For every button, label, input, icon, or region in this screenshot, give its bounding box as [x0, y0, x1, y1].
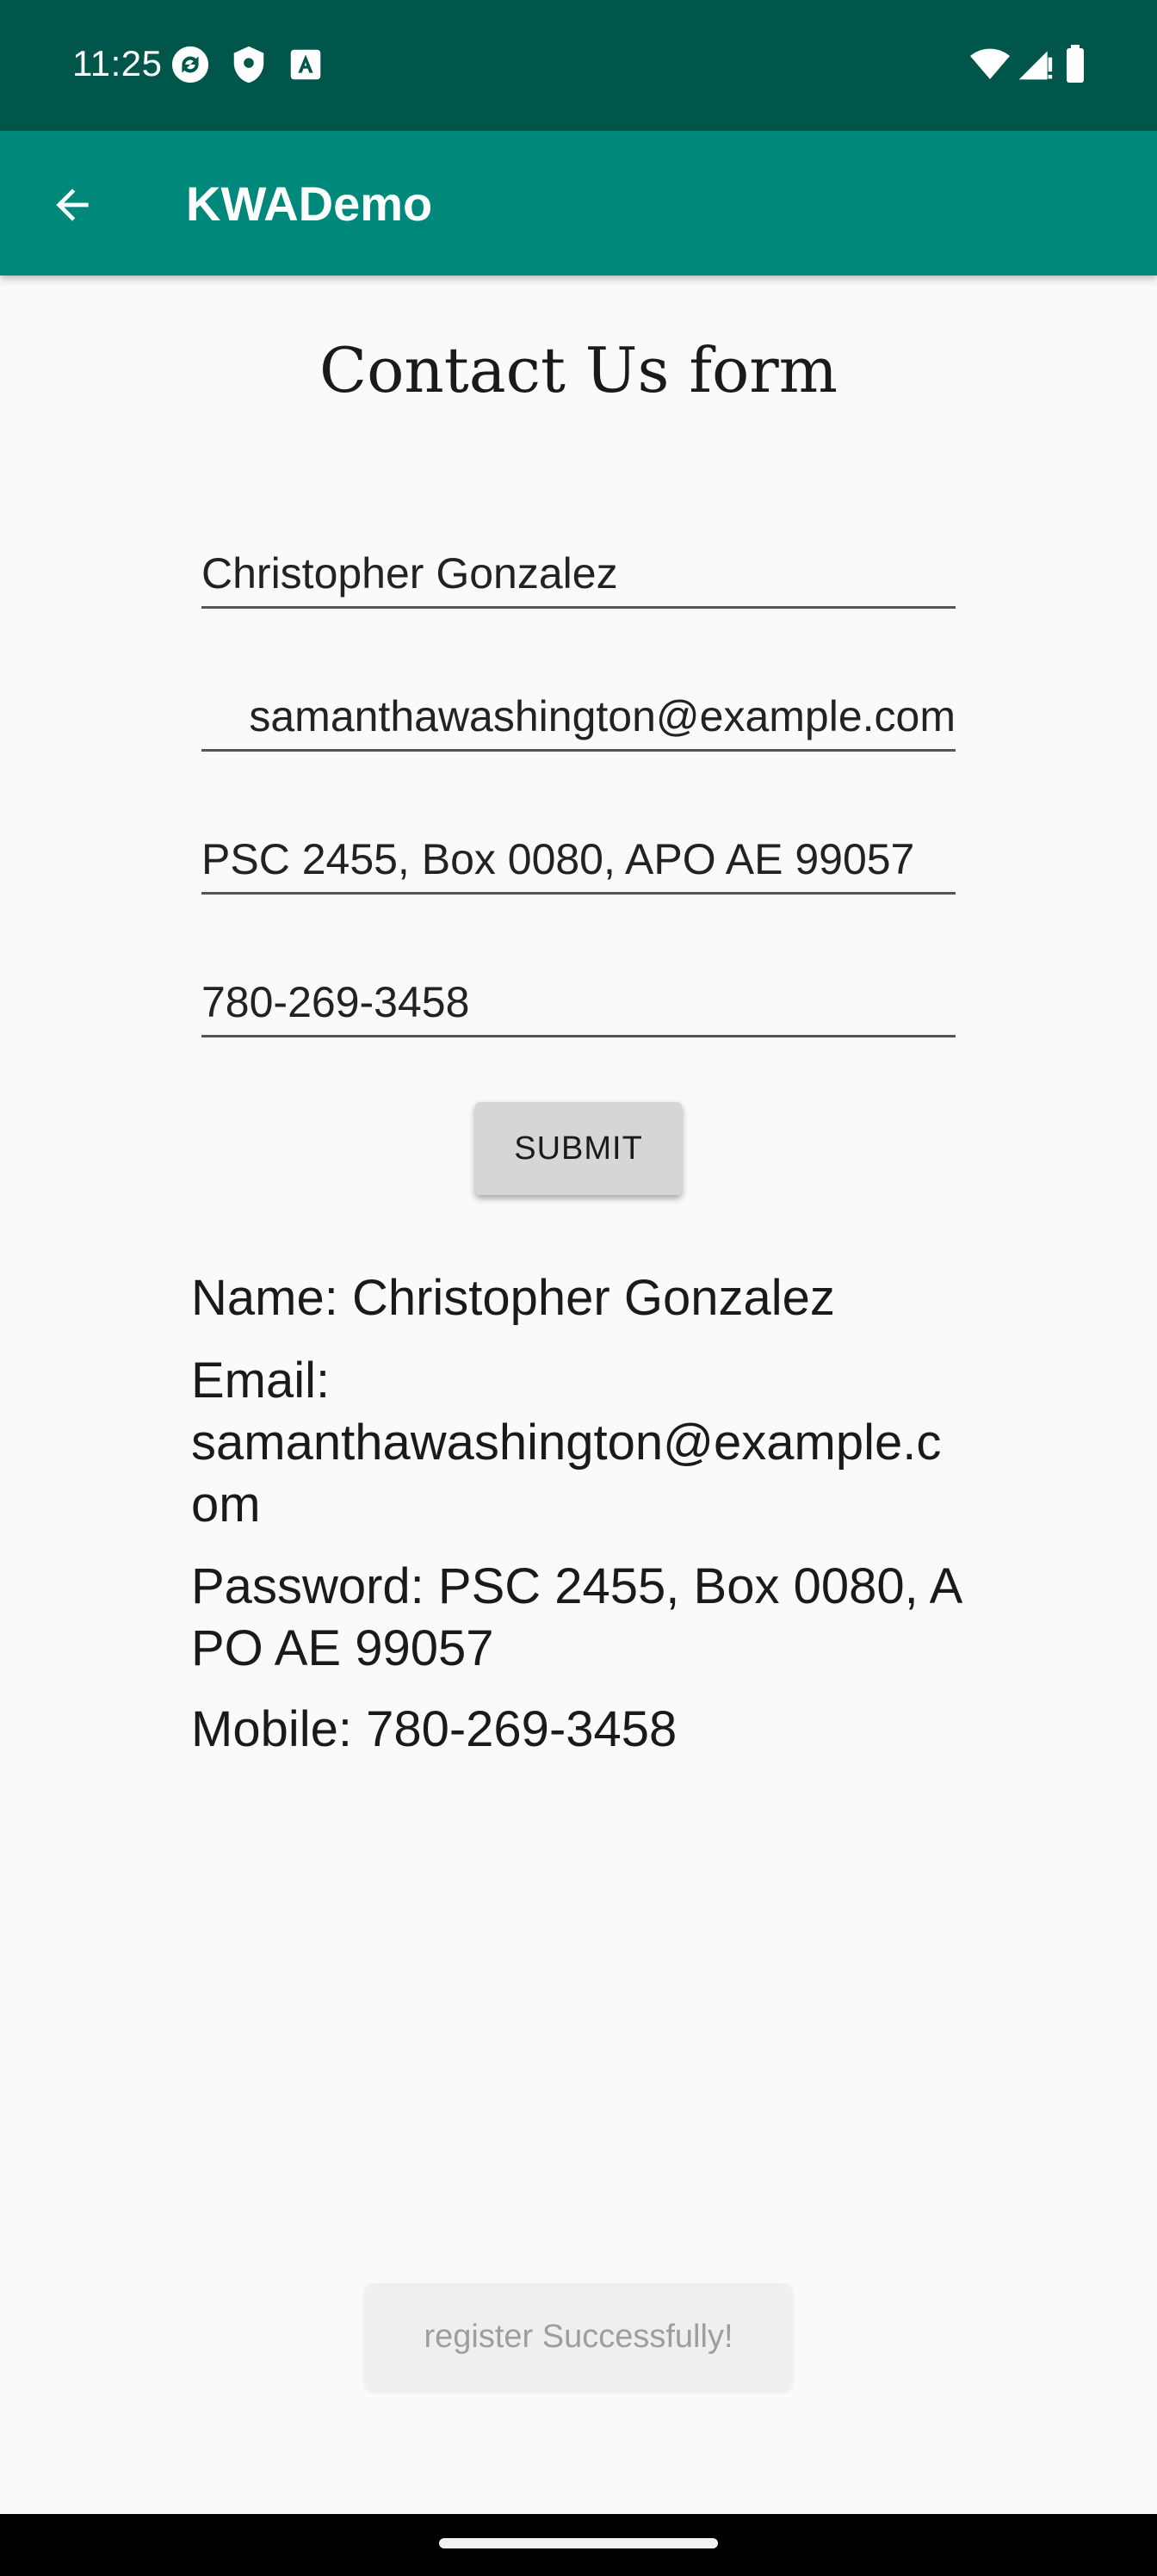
app-screen: 11:25 KWADemo Contact Us form Christophe…: [0, 0, 1157, 2576]
password-input-underline: [201, 892, 956, 895]
back-button[interactable]: [31, 164, 114, 246]
email-input-underline: [201, 749, 956, 752]
arrow-back-icon: [56, 189, 89, 221]
email-input[interactable]: samanthawashington@example.com: [201, 684, 956, 754]
mobile-input-underline: [201, 1035, 956, 1037]
name-input-underline: [201, 606, 956, 609]
result-email: Email: samanthawashington@example.com: [191, 1350, 966, 1536]
mobile-input-value: 780-269-3458: [201, 978, 470, 1026]
wifi-icon: [970, 48, 1010, 79]
result-mobile: Mobile: 780-269-3458: [191, 1701, 677, 1757]
signal-icon: [1018, 51, 1053, 80]
result-password: Password: PSC 2455, Box 0080, APO AE 990…: [191, 1558, 963, 1676]
name-input[interactable]: Christopher Gonzalez: [201, 541, 956, 611]
status-time: 11:25: [72, 43, 163, 84]
app-bar: KWADemo: [0, 131, 1157, 276]
status-bar: 11:25: [0, 0, 1157, 131]
password-input-value: PSC 2455, Box 0080, APO AE 99057: [201, 835, 915, 883]
a-keyboard-icon: [290, 49, 321, 80]
navigation-bar: [0, 2514, 1157, 2576]
mobile-input[interactable]: 780-269-3458: [201, 969, 956, 1040]
name-input-value: Christopher Gonzalez: [201, 549, 618, 598]
submit-button[interactable]: SUBMIT: [475, 1102, 682, 1195]
battery-icon: [1067, 45, 1084, 83]
sync-icon: [171, 46, 209, 84]
shield-icon: [233, 46, 264, 84]
password-input[interactable]: PSC 2455, Box 0080, APO AE 99057: [201, 827, 956, 897]
email-input-value: samanthawashington@example.com: [249, 692, 956, 740]
result-email-label: Email:: [191, 1353, 331, 1409]
home-gesture-handle[interactable]: [439, 2538, 718, 2548]
page-title: Contact Us form: [319, 334, 838, 406]
toast-message: register Successfully!: [365, 2283, 792, 2390]
app-title: KWADemo: [186, 176, 433, 231]
result-email-value: samanthawashington@example.com: [191, 1415, 942, 1533]
result-name: Name: Christopher Gonzalez: [191, 1270, 835, 1326]
